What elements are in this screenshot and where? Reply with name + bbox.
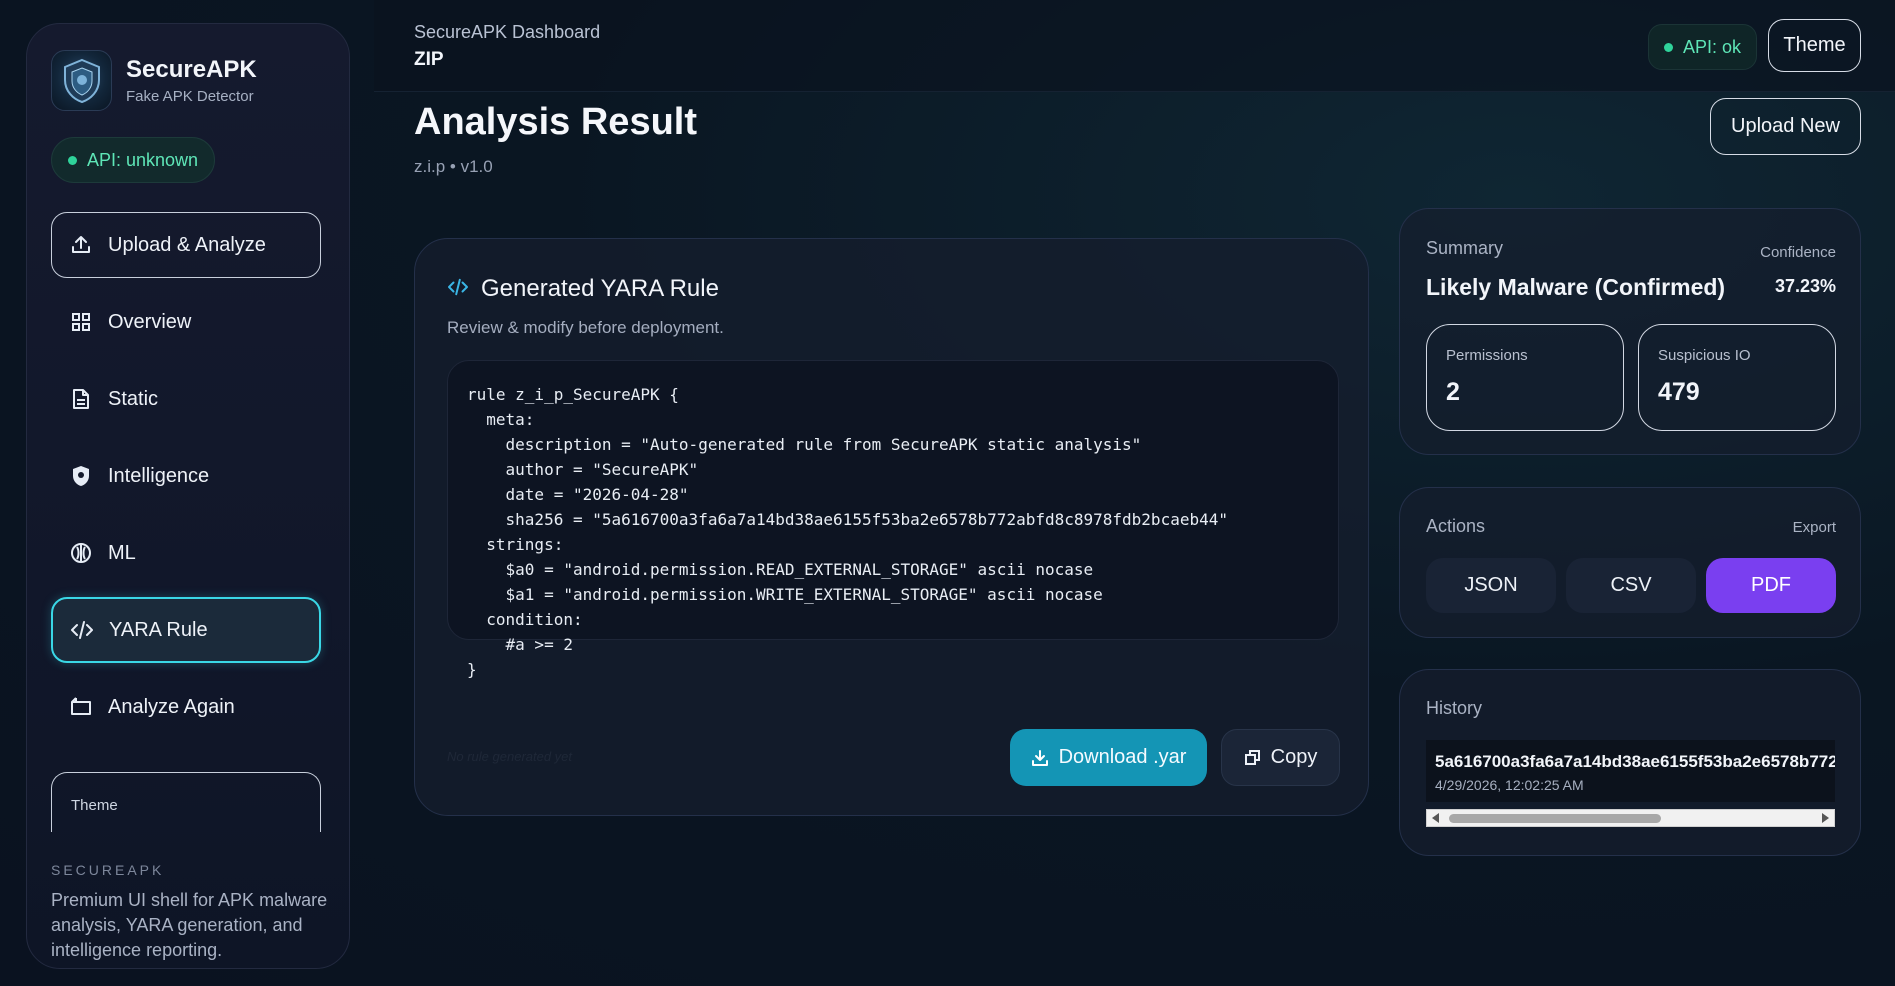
history-label: History xyxy=(1426,698,1483,718)
sidebar-item-label: ML xyxy=(108,541,136,564)
code-icon xyxy=(70,618,94,642)
yara-rule-card: Generated YARA Rule Review & modify befo… xyxy=(414,238,1369,816)
sidebar-item-label: Analyze Again xyxy=(108,695,235,718)
yara-code-text: rule z_i_p_SecureAPK { meta: description… xyxy=(467,385,1228,679)
permissions-value: 2 xyxy=(1446,378,1460,406)
sidebar-item-label: Overview xyxy=(108,310,192,333)
sidebar-nav: Upload & Analyze Overview Static Intelli… xyxy=(51,212,321,751)
top-header: SecureAPK Dashboard ZIP API: ok Theme xyxy=(374,0,1895,92)
copy-icon xyxy=(1244,749,1261,766)
actions-label: Actions xyxy=(1426,516,1486,536)
sidebar-item-static[interactable]: Static xyxy=(51,366,321,432)
download-label: Download .yar xyxy=(1058,746,1187,768)
copy-button[interactable]: Copy xyxy=(1221,729,1340,786)
download-yar-button[interactable]: Download .yar xyxy=(1010,729,1207,786)
sidebar-item-upload-analyze[interactable]: Upload & Analyze xyxy=(51,212,321,278)
api-ok-badge: API: ok xyxy=(1648,24,1758,70)
export-csv-button[interactable]: CSV xyxy=(1566,558,1696,613)
history-item-hash: 5a616700a3fa6a7a14bd38ae6155f53ba2e6578b… xyxy=(1435,752,1835,771)
sidebar-item-overview[interactable]: Overview xyxy=(51,289,321,355)
scroll-left-arrow-icon[interactable] xyxy=(1432,813,1439,823)
suspicious-io-label: Suspicious IO xyxy=(1658,347,1751,364)
verdict-text: Likely Malware (Confirmed) xyxy=(1426,274,1726,300)
sidebar-item-label: YARA Rule xyxy=(109,618,208,641)
api-ok-text: API: ok xyxy=(1683,36,1742,57)
upload-new-button[interactable]: Upload New xyxy=(1710,98,1861,155)
shield-icon xyxy=(69,464,93,488)
sidebar-item-intelligence[interactable]: Intelligence xyxy=(51,443,321,509)
document-icon xyxy=(69,387,93,411)
summary-card: Summary Confidence Likely Malware (Confi… xyxy=(1399,208,1861,455)
actions-card: Actions Export JSON CSV PDF xyxy=(1399,487,1861,638)
scroll-right-arrow-icon[interactable] xyxy=(1822,813,1829,823)
page-subtitle: z.i.p • v1.0 xyxy=(414,157,493,176)
confidence-value: 37.23% xyxy=(1774,276,1836,296)
sidebar-item-ml[interactable]: ML xyxy=(51,520,321,586)
status-dot-icon xyxy=(68,155,77,165)
sidebar-item-label: Intelligence xyxy=(108,464,210,487)
suspicious-io-value: 479 xyxy=(1658,378,1700,406)
scroll-thumb[interactable] xyxy=(1449,814,1661,823)
yara-code-block[interactable]: rule z_i_p_SecureAPK { meta: description… xyxy=(447,360,1339,679)
sidebar: SecureAPK Fake APK Detector API: unknown… xyxy=(26,23,350,969)
replay-icon xyxy=(69,695,93,719)
theme-button[interactable]: Theme xyxy=(1768,19,1861,72)
breadcrumb: SecureAPK Dashboard xyxy=(414,22,601,42)
brand: SecureAPK Fake APK Detector xyxy=(51,50,257,111)
api-status-text: API: unknown xyxy=(87,149,199,170)
export-pdf-button[interactable]: PDF xyxy=(1706,558,1836,613)
brand-name: SecureAPK xyxy=(126,56,257,83)
sidebar-item-yara-rule[interactable]: YARA Rule xyxy=(51,597,321,663)
permissions-stat: Permissions 2 xyxy=(1426,324,1624,431)
download-icon xyxy=(1031,749,1049,767)
ml-icon xyxy=(69,541,93,565)
status-dot-icon xyxy=(1664,42,1673,52)
footer-blurb: Premium UI shell for APK malware analysi… xyxy=(51,890,328,960)
export-json-button[interactable]: JSON xyxy=(1426,558,1556,613)
history-item-time: 4/29/2026, 12:02:25 AM xyxy=(1435,777,1584,793)
history-item[interactable]: 5a616700a3fa6a7a14bd38ae6155f53ba2e6578b… xyxy=(1426,740,1835,802)
sidebar-footer: SECUREAPK Premium UI shell for APK malwa… xyxy=(51,862,331,963)
sidebar-theme-selector[interactable]: Theme xyxy=(51,772,321,832)
yara-card-description: Review & modify before deployment. xyxy=(447,318,724,337)
history-card: History 5a616700a3fa6a7a14bd38ae6155f53b… xyxy=(1399,669,1861,856)
shield-logo-icon xyxy=(51,50,112,111)
copy-label: Copy xyxy=(1270,746,1318,768)
api-status-badge: API: unknown xyxy=(51,137,216,183)
yara-card-title: Generated YARA Rule xyxy=(481,275,719,302)
sidebar-item-label: Static xyxy=(108,387,159,410)
empty-rule-note: No rule generated yet xyxy=(447,749,573,764)
permissions-label: Permissions xyxy=(1446,347,1528,364)
suspicious-io-stat: Suspicious IO 479 xyxy=(1638,324,1836,431)
confidence-label: Confidence xyxy=(1760,244,1836,261)
file-type-label: ZIP xyxy=(414,49,444,70)
sidebar-item-analyze-again[interactable]: Analyze Again xyxy=(51,674,321,740)
code-icon xyxy=(447,278,469,301)
history-scrollbar[interactable] xyxy=(1426,809,1835,827)
brand-subtitle: Fake APK Detector xyxy=(126,88,254,105)
export-label: Export xyxy=(1792,519,1836,536)
grid-icon xyxy=(69,310,93,334)
sidebar-item-label: Upload & Analyze xyxy=(108,233,266,256)
upload-icon xyxy=(69,233,93,257)
theme-label: Theme xyxy=(71,797,118,814)
summary-label: Summary xyxy=(1426,238,1504,258)
page-title: Analysis Result xyxy=(414,101,697,143)
footer-kicker: SECUREAPK xyxy=(51,862,165,878)
